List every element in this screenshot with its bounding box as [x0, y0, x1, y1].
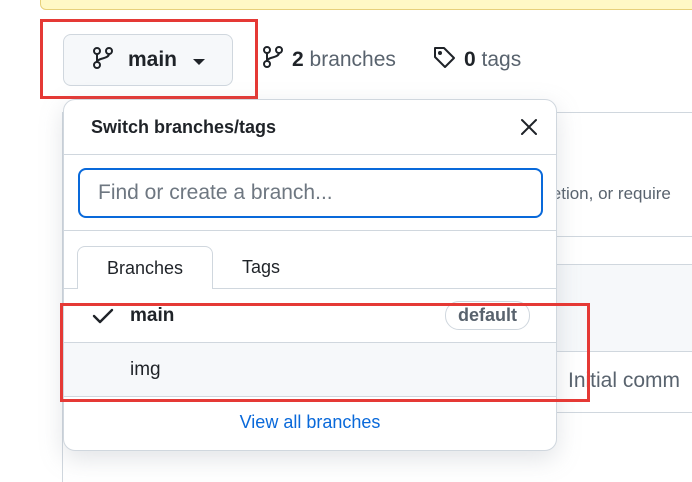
branches-link[interactable]: 2 branches: [262, 44, 396, 76]
close-icon: [521, 119, 537, 135]
chevron-down-icon: [193, 58, 206, 65]
branch-count: 2: [292, 48, 304, 71]
current-branch-label: main: [128, 48, 178, 71]
search-container: [64, 155, 556, 231]
default-badge: default: [444, 301, 530, 330]
branch-count-label: branches: [309, 48, 396, 71]
dropdown-title: Switch branches/tags: [91, 116, 277, 137]
git-branch-icon: [262, 45, 284, 75]
tag-icon: [432, 45, 456, 75]
branch-selector-button[interactable]: main: [63, 34, 233, 86]
close-button[interactable]: [516, 114, 542, 140]
branch-switcher-dropdown: Switch branches/tags Branches Tags main …: [63, 99, 557, 451]
branch-name: main: [130, 304, 175, 326]
branch-name: img: [130, 358, 161, 380]
branch-item-main[interactable]: main default: [64, 289, 556, 343]
tab-tags[interactable]: Tags: [213, 246, 309, 288]
commit-message[interactable]: Initial comm: [568, 369, 680, 393]
branch-search-input[interactable]: [78, 168, 543, 218]
tags-link[interactable]: 0 tags: [432, 44, 521, 76]
tab-bar: Branches Tags: [64, 231, 556, 289]
check-icon: [92, 307, 130, 325]
view-all-branches-link[interactable]: View all branches: [64, 397, 556, 447]
tag-count: 0: [464, 48, 476, 71]
background-text: letion, or require: [548, 184, 671, 203]
branch-item-img[interactable]: img: [64, 343, 556, 397]
notice-banner: [40, 0, 692, 10]
tab-branches[interactable]: Branches: [77, 246, 213, 289]
git-branch-icon: [92, 46, 114, 75]
tag-count-label: tags: [481, 48, 522, 71]
dropdown-header: Switch branches/tags: [64, 100, 556, 155]
